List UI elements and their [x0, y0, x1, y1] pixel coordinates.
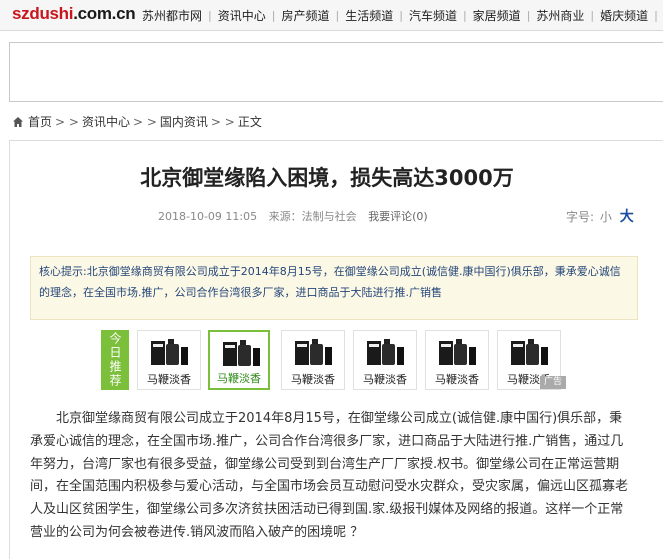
recommend-item-label: 马鞭淡香: [363, 373, 407, 386]
nav-item-wedding[interactable]: 婚庆频道: [600, 7, 648, 24]
perfume-bottle-icon: [151, 339, 188, 365]
font-small-button[interactable]: 小: [600, 210, 612, 224]
breadcrumb: 首页 > > 资讯中心 > > 国内资讯 > > 正文: [12, 113, 262, 130]
perfume-bottle-icon: [295, 339, 332, 365]
font-size-switcher: 字号: 小 大: [566, 206, 634, 226]
site-logo[interactable]: szdushi.com.cn: [12, 4, 136, 24]
banner-ad-placeholder: [9, 42, 663, 102]
breadcrumb-current: 正文: [237, 115, 262, 129]
recommend-item[interactable]: 马鞭淡香: [425, 330, 489, 390]
nav-item-business[interactable]: 苏州商业: [536, 7, 584, 24]
nav-item-real-estate[interactable]: 房产频道: [281, 7, 329, 24]
breadcrumb-news-center[interactable]: 资讯中心: [82, 113, 130, 130]
article-source: 来源：法制与社会: [268, 210, 357, 223]
recommend-item-label: 马鞭淡香: [435, 373, 479, 386]
home-icon: [13, 116, 23, 127]
font-big-button[interactable]: 大: [620, 209, 634, 225]
nav-item-news-center[interactable]: 资讯中心: [218, 7, 266, 24]
top-navigation-bar: szdushi.com.cn 苏州都市网 | 资讯中心 | 房产频道 | 生活频道 | …: [0, 0, 663, 31]
nav-item-suzhou-dushi[interactable]: 苏州都市网: [142, 7, 202, 24]
summary-text: 北京御堂缘商贸有限公司成立于2014年8月15号，在御堂缘公司成立(诚信健.康中…: [39, 265, 621, 299]
recommend-item[interactable]: 马鞭淡香: [208, 330, 270, 390]
recommend-item-label: 马鞭淡香: [291, 373, 335, 386]
summary-label: 核心提示:: [39, 265, 87, 278]
comment-link[interactable]: 我要评论(0): [368, 210, 428, 223]
recommend-item[interactable]: 马鞭淡香: [353, 330, 417, 390]
perfume-bottle-icon: [367, 339, 404, 365]
perfume-bottle-icon: [511, 339, 548, 365]
recommend-item-label: 马鞭淡香: [217, 372, 261, 385]
breadcrumb-home[interactable]: 首页: [28, 113, 52, 130]
article-body-paragraph: 北京御堂缘商贸有限公司成立于2014年8月15号，在御堂缘公司成立(诚信健.康中…: [30, 411, 629, 540]
nav-item-auto[interactable]: 汽车频道: [409, 7, 457, 24]
today-recommend-strip: 今日推荐 马鞭淡香 马鞭淡香 马鞭淡香 马鞭淡香 马鞭淡香 马鞭淡香: [101, 330, 569, 390]
ad-badge: 广告: [540, 376, 567, 389]
recommend-item[interactable]: 马鞭淡香: [281, 330, 345, 390]
font-size-label: 字号:: [566, 210, 595, 224]
today-recommend-tag: 今日推荐: [101, 330, 129, 390]
nav-item-home[interactable]: 家居频道: [473, 7, 521, 24]
perfume-bottle-icon: [439, 339, 476, 365]
article-meta: 2018-10-09 11:05 来源：法制与社会 我要评论(0): [158, 208, 436, 224]
perfume-bottle-icon: [223, 340, 260, 366]
nav-item-life[interactable]: 生活频道: [345, 7, 393, 24]
recommend-item-label: 马鞭淡香: [147, 373, 191, 386]
article-date: 2018-10-09 11:05: [158, 210, 258, 223]
channel-nav: 苏州都市网 | 资讯中心 | 房产频道 | 生活频道 | 汽车频道 | 家居频道 | 苏州商…: [142, 7, 658, 24]
breadcrumb-domestic-news[interactable]: 国内资讯: [160, 113, 208, 130]
article-title: 北京御堂缘陷入困境，损失高达3000万: [140, 166, 514, 190]
core-summary-box: 核心提示:北京御堂缘商贸有限公司成立于2014年8月15号，在御堂缘公司成立(诚…: [30, 256, 638, 320]
recommend-item[interactable]: 马鞭淡香: [137, 330, 201, 390]
